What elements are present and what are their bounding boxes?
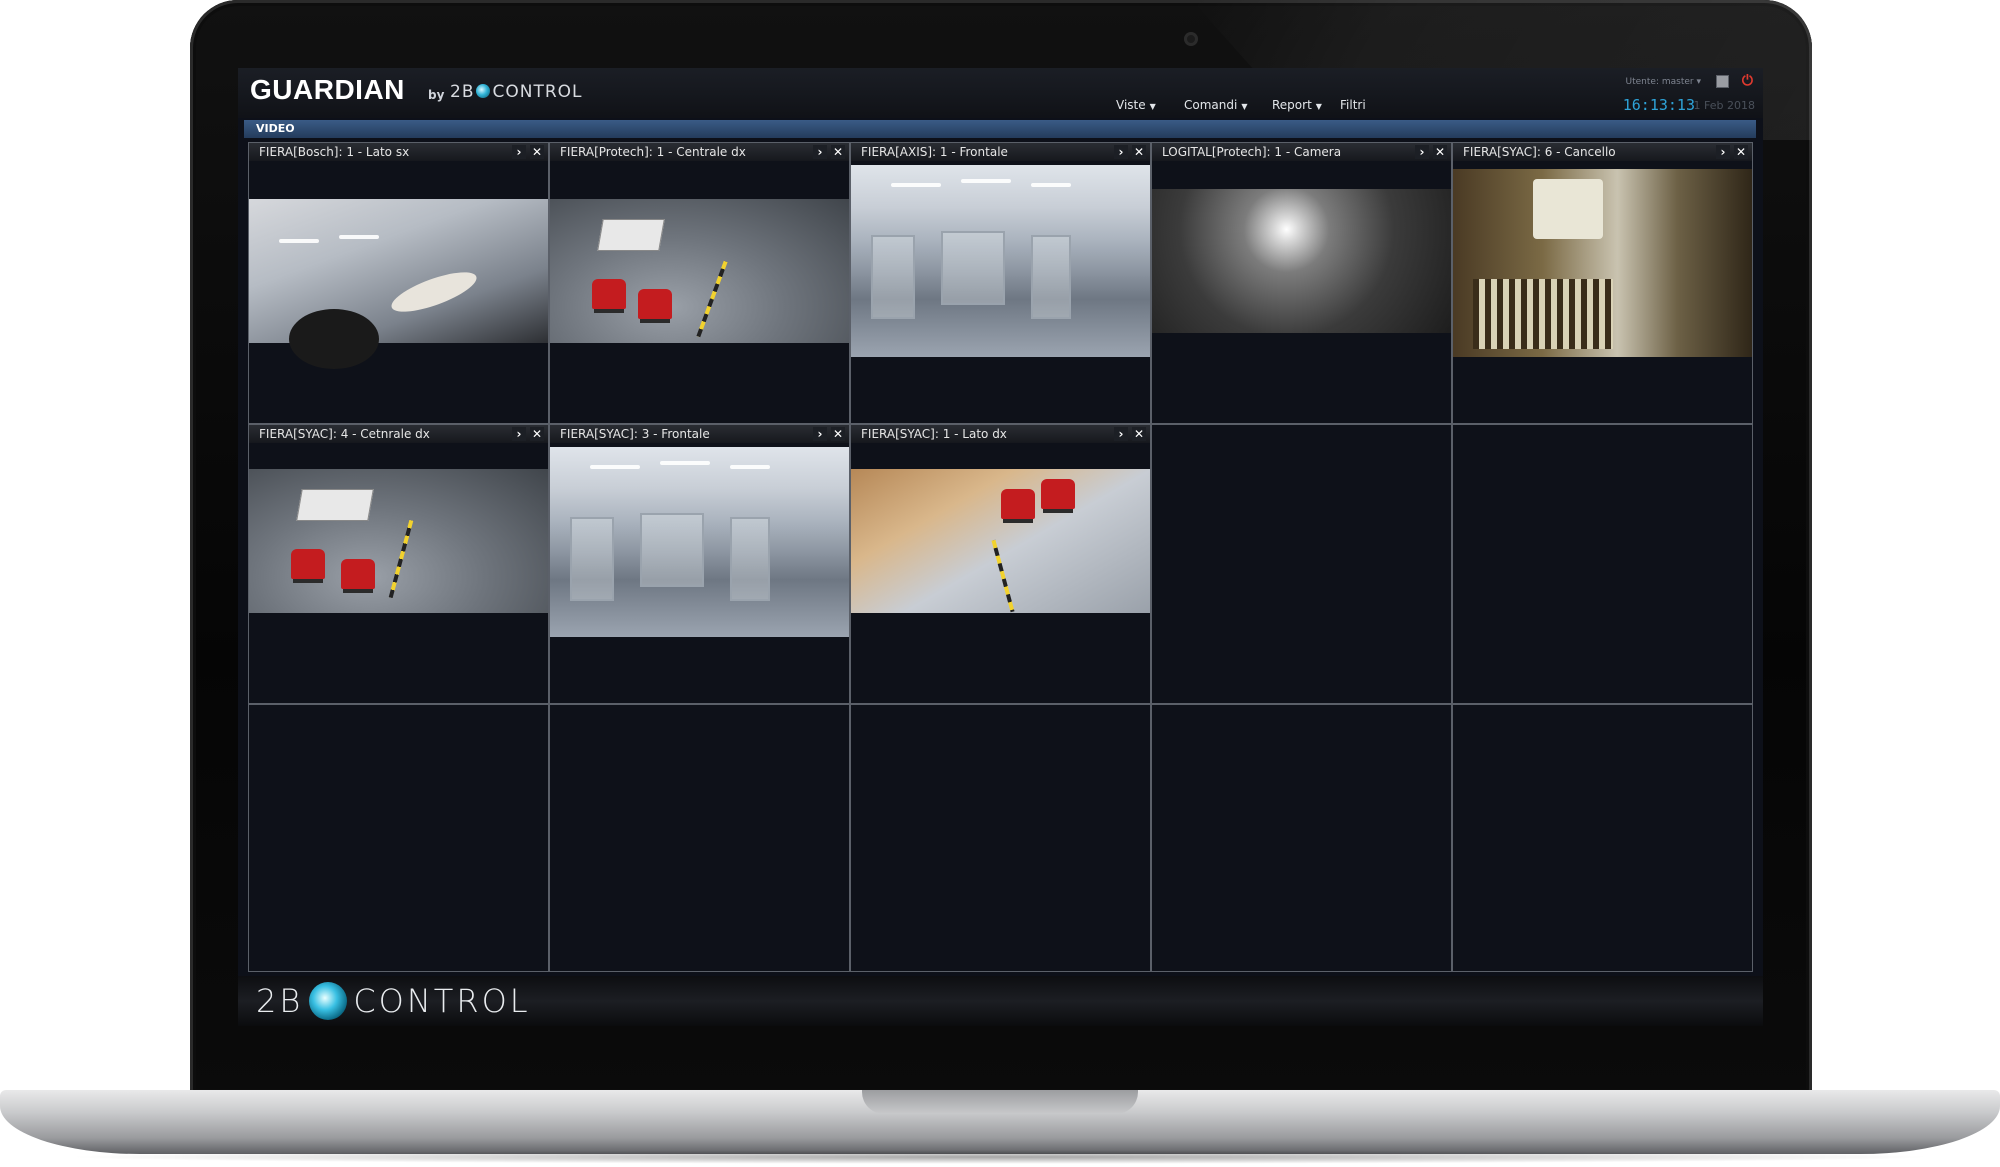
brand-company: 2B CONTROL	[450, 82, 583, 102]
camera-tile-empty[interactable]	[1151, 424, 1452, 704]
camera-feed[interactable]	[851, 165, 1150, 357]
brand-by: by	[428, 88, 445, 102]
chevron-down-icon: ▼	[1241, 102, 1248, 111]
camera-feed[interactable]	[249, 469, 548, 613]
menu-label: Report	[1272, 98, 1312, 112]
menu-viste[interactable]: Viste ▼	[1116, 98, 1156, 112]
close-icon[interactable]: ✕	[1433, 145, 1447, 159]
close-icon[interactable]: ✕	[530, 145, 544, 159]
user-menu[interactable]: Utente: master ▾	[1626, 77, 1701, 87]
date: 1 Feb 2018	[1693, 99, 1755, 112]
chevron-down-icon: ▼	[1149, 102, 1156, 111]
company-logo-icon	[309, 982, 348, 1020]
camera-feed[interactable]	[1152, 189, 1451, 333]
close-icon[interactable]: ✕	[530, 427, 544, 441]
laptop-shadow	[60, 1150, 1940, 1164]
top-bar: GUARDIAN by 2B CONTROL Utente: master ▾ ⏻…	[238, 68, 1763, 118]
camera-tile-empty[interactable]	[248, 704, 549, 972]
camera-tile-empty[interactable]	[1452, 704, 1753, 972]
user-label: Utente: master	[1625, 77, 1694, 87]
camera-feed[interactable]	[851, 469, 1150, 613]
camera-tile[interactable]: FIERA[SYAC]: 4 - Cetnrale dx › ✕	[248, 424, 549, 704]
menu-label: Comandi	[1184, 98, 1238, 112]
camera-title: FIERA[SYAC]: 1 - Lato dx	[851, 425, 1150, 443]
camera-title: FIERA[AXIS]: 1 - Frontale	[851, 143, 1150, 161]
close-icon[interactable]: ✕	[1132, 427, 1146, 441]
footer-logo: 2B CONTROL	[256, 982, 531, 1020]
camera-title: FIERA[SYAC]: 3 - Frontale	[550, 425, 849, 443]
camera-tile-empty[interactable]	[1151, 704, 1452, 972]
brand-company-prefix: 2B	[450, 82, 475, 102]
app-screen: GUARDIAN by 2B CONTROL Utente: master ▾ ⏻…	[238, 68, 1763, 1026]
camera-tile[interactable]: FIERA[Bosch]: 1 - Lato sx › ✕	[248, 142, 549, 424]
brand-company-suffix: CONTROL	[492, 82, 583, 102]
webcam	[1184, 32, 1198, 46]
camera-feed[interactable]	[1453, 169, 1752, 357]
close-icon[interactable]: ✕	[1734, 145, 1748, 159]
section-title-video: VIDEO	[244, 120, 1756, 138]
menu-filtri[interactable]: Filtri	[1340, 98, 1366, 112]
chevron-down-icon: ▼	[1315, 102, 1322, 111]
camera-grid: FIERA[Bosch]: 1 - Lato sx › ✕ FIERA[Prot…	[248, 142, 1753, 972]
camera-tile-empty[interactable]	[1452, 424, 1753, 704]
menu-label: Viste	[1116, 98, 1146, 112]
footer-bar: 2B CONTROL	[238, 976, 1763, 1026]
power-icon[interactable]: ⏻	[1742, 73, 1753, 89]
camera-tile[interactable]: FIERA[Protech]: 1 - Centrale dx › ✕	[549, 142, 850, 424]
chevron-right-icon[interactable]: ›	[1716, 145, 1730, 159]
chevron-right-icon[interactable]: ›	[1415, 145, 1429, 159]
camera-title: FIERA[SYAC]: 6 - Cancello	[1453, 143, 1752, 161]
window-icon[interactable]	[1716, 75, 1729, 88]
camera-feed[interactable]	[550, 199, 849, 343]
chevron-right-icon[interactable]: ›	[813, 145, 827, 159]
camera-feed[interactable]	[249, 199, 548, 369]
close-icon[interactable]: ✕	[831, 145, 845, 159]
chevron-right-icon[interactable]: ›	[1114, 145, 1128, 159]
footer-logo-suffix: CONTROL	[353, 982, 531, 1020]
camera-tile-empty[interactable]	[549, 704, 850, 972]
clock: 16:13:13	[1622, 96, 1695, 114]
chevron-right-icon[interactable]: ›	[1114, 427, 1128, 441]
camera-tile[interactable]: FIERA[SYAC]: 1 - Lato dx › ✕	[850, 424, 1151, 704]
camera-tile-empty[interactable]	[850, 704, 1151, 972]
camera-feed[interactable]	[550, 447, 849, 637]
menu-report[interactable]: Report ▼	[1272, 98, 1322, 112]
chevron-right-icon[interactable]: ›	[813, 427, 827, 441]
camera-tile[interactable]: FIERA[SYAC]: 3 - Frontale › ✕	[549, 424, 850, 704]
camera-tile[interactable]: FIERA[AXIS]: 1 - Frontale › ✕	[850, 142, 1151, 424]
camera-title: FIERA[SYAC]: 4 - Cetnrale dx	[249, 425, 548, 443]
chevron-right-icon[interactable]: ›	[512, 427, 526, 441]
close-icon[interactable]: ✕	[1132, 145, 1146, 159]
footer-logo-prefix: 2B	[256, 982, 304, 1020]
camera-title: FIERA[Bosch]: 1 - Lato sx	[249, 143, 548, 161]
camera-title: LOGITAL[Protech]: 1 - Camera	[1152, 143, 1451, 161]
camera-tile[interactable]: LOGITAL[Protech]: 1 - Camera › ✕	[1151, 142, 1452, 424]
menu-comandi[interactable]: Comandi ▼	[1184, 98, 1247, 112]
close-icon[interactable]: ✕	[831, 427, 845, 441]
camera-title: FIERA[Protech]: 1 - Centrale dx	[550, 143, 849, 161]
menu-label: Filtri	[1340, 98, 1366, 112]
camera-tile[interactable]: FIERA[SYAC]: 6 - Cancello › ✕	[1452, 142, 1753, 424]
company-logo-icon	[476, 84, 491, 98]
laptop-notch	[862, 1090, 1138, 1114]
app-brand: GUARDIAN	[250, 74, 405, 105]
chevron-down-icon: ▾	[1696, 77, 1701, 87]
chevron-right-icon[interactable]: ›	[512, 145, 526, 159]
